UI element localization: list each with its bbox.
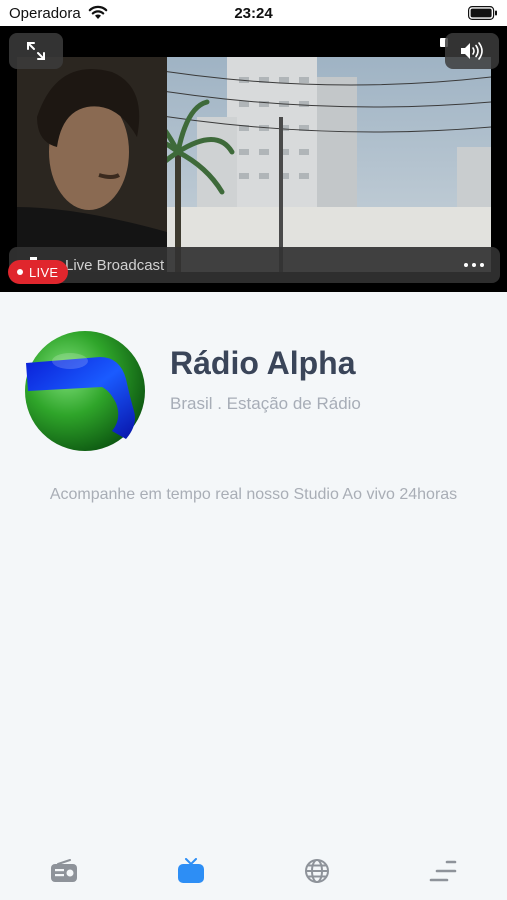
expand-icon (27, 42, 45, 60)
live-badge: LIVE (8, 260, 69, 284)
station-name: Rádio Alpha (170, 345, 356, 381)
volume-button[interactable] (445, 33, 499, 69)
battery-icon (468, 6, 498, 25)
speaker-icon (461, 42, 483, 60)
menu-icon (429, 860, 457, 882)
station-logo (22, 327, 148, 453)
more-options-button[interactable] (464, 263, 484, 267)
broadcast-title: Live Broadcast (65, 257, 165, 274)
live-dot-icon (17, 269, 23, 275)
status-bar: Operadora 23:24 (0, 0, 507, 26)
station-subtitle: Brasil . Estação de Rádio (170, 394, 361, 413)
fullscreen-button[interactable] (9, 33, 63, 69)
live-label: LIVE (29, 264, 59, 280)
more-dot-icon (480, 263, 484, 267)
clock: 23:24 (234, 5, 273, 22)
more-dot-icon (464, 263, 468, 267)
globe-icon (305, 859, 329, 883)
radio-icon (51, 859, 77, 882)
tv-icon (178, 858, 204, 883)
player-control-bar: Live Broadcast (9, 247, 500, 283)
station-description: Acompanhe em tempo real nosso Studio Ao … (49, 486, 458, 503)
video-player[interactable]: Live Broadcast LIVE (0, 26, 507, 292)
tab-radio[interactable] (48, 856, 80, 886)
video-frame[interactable] (17, 57, 491, 272)
more-dot-icon (472, 263, 476, 267)
tab-bar (0, 848, 507, 900)
tab-web[interactable] (301, 856, 333, 886)
tab-menu[interactable] (427, 856, 459, 886)
tab-tv[interactable] (175, 856, 207, 886)
